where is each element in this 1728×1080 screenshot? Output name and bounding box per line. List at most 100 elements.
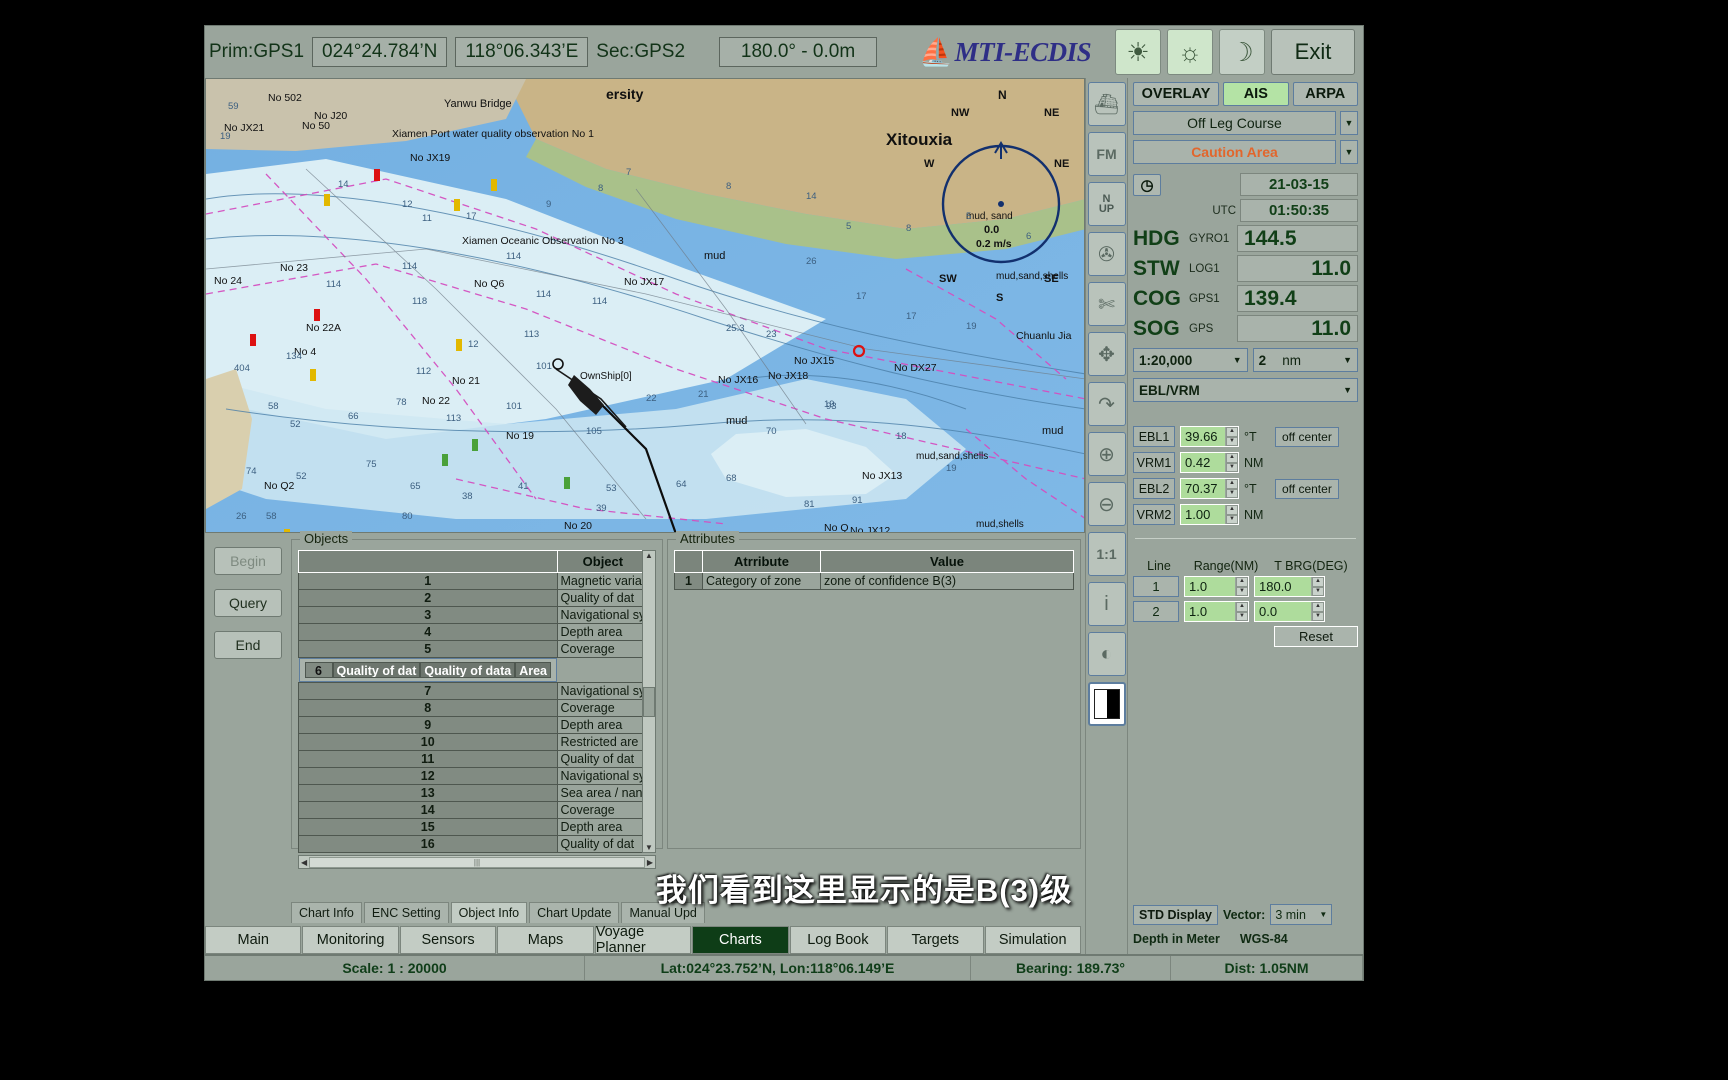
off-center-button[interactable]: off center bbox=[1275, 426, 1339, 447]
nav-sensors[interactable]: Sensors bbox=[399, 926, 497, 954]
vrm2-stepper[interactable]: ▲▼ bbox=[1180, 504, 1239, 525]
stepper-up[interactable]: ▲ bbox=[1236, 577, 1248, 587]
scroll-up-arrow[interactable]: ▲ bbox=[645, 551, 653, 560]
tab-object-info[interactable]: Object Info bbox=[450, 902, 528, 923]
chart-scale-select[interactable]: 1:20,000 ▼ bbox=[1133, 348, 1248, 372]
vrm1-button[interactable]: VRM1 bbox=[1133, 452, 1175, 473]
stepper-up[interactable]: ▲ bbox=[1312, 602, 1324, 612]
line-number-button[interactable]: 2 bbox=[1133, 601, 1179, 622]
stepper-up[interactable]: ▲ bbox=[1226, 505, 1238, 515]
ais-button[interactable]: AIS bbox=[1223, 82, 1289, 106]
vrm1-input[interactable] bbox=[1181, 453, 1225, 472]
stepper-down[interactable]: ▼ bbox=[1236, 611, 1248, 621]
ebl2-input[interactable] bbox=[1181, 479, 1225, 498]
scroll-thumb[interactable] bbox=[643, 686, 655, 717]
table-row[interactable]: 12Navigational syNavigational system of … bbox=[298, 767, 642, 785]
eblvrm-chevron-down-icon[interactable]: ▼ bbox=[1343, 385, 1352, 395]
table-row[interactable]: 10Restricted areRestricted areaArea bbox=[298, 733, 642, 751]
range-stepper[interactable]: ▲▼ bbox=[1184, 576, 1249, 597]
vector-chevron-down-icon[interactable]: ▼ bbox=[1319, 910, 1327, 919]
table-row[interactable]: 3Navigational syNavigational system of m… bbox=[298, 606, 642, 624]
range-input[interactable] bbox=[1185, 577, 1235, 596]
ebl1-button[interactable]: EBL1 bbox=[1133, 426, 1175, 447]
fm-mode-icon[interactable]: FM bbox=[1087, 132, 1126, 176]
caution-area-select[interactable]: Caution Area bbox=[1133, 140, 1336, 164]
stepper-down[interactable]: ▼ bbox=[1226, 436, 1238, 446]
one-to-one-icon[interactable]: 1:1 bbox=[1087, 532, 1126, 576]
objects-horizontal-scrollbar[interactable]: ◀ ||| ▶ bbox=[298, 855, 656, 869]
scroll-down-arrow[interactable]: ▼ bbox=[645, 843, 653, 852]
clock-icon[interactable]: ◷ bbox=[1133, 173, 1161, 196]
range-input[interactable] bbox=[1185, 602, 1235, 621]
ebl2-button[interactable]: EBL2 bbox=[1133, 478, 1175, 499]
tab-manual-upd[interactable]: Manual Upd bbox=[621, 902, 705, 923]
std-display-button[interactable]: STD Display bbox=[1133, 904, 1218, 925]
table-row[interactable]: 9Depth areaDepth areaArea bbox=[298, 716, 642, 734]
info-icon[interactable]: i bbox=[1087, 582, 1126, 626]
table-row[interactable]: 7Navigational syNavigational system of m… bbox=[298, 682, 642, 700]
off-center-button[interactable]: off center bbox=[1275, 478, 1339, 499]
redo-arrow-icon[interactable]: ↷ bbox=[1087, 382, 1126, 426]
table-row[interactable]: 1 Category of zone zone of confidence B(3) bbox=[674, 572, 1074, 590]
hscroll-thumb[interactable]: ||| bbox=[309, 856, 645, 868]
nav-targets[interactable]: Targets bbox=[887, 926, 984, 954]
ebl1-input[interactable] bbox=[1181, 427, 1225, 446]
north-up-icon[interactable]: N UP bbox=[1087, 182, 1126, 226]
nav-simulation[interactable]: Simulation bbox=[984, 926, 1081, 954]
stepper-down[interactable]: ▼ bbox=[1226, 514, 1238, 524]
vrm2-input[interactable] bbox=[1181, 505, 1225, 524]
stepper-up[interactable]: ▲ bbox=[1226, 479, 1238, 489]
stepper-down[interactable]: ▼ bbox=[1226, 462, 1238, 472]
table-row[interactable]: 8CoverageCoverageArea bbox=[298, 699, 642, 717]
range-chevron-down-icon[interactable]: ▼ bbox=[1343, 355, 1352, 365]
tab-enc-setting[interactable]: ENC Setting bbox=[363, 902, 449, 923]
range-stepper[interactable]: ▲▼ bbox=[1184, 601, 1249, 622]
end-button[interactable]: End bbox=[214, 631, 282, 659]
scale-chevron-down-icon[interactable]: ▼ bbox=[1233, 355, 1242, 365]
stepper-down[interactable]: ▼ bbox=[1226, 488, 1238, 498]
attributes-table[interactable]: Atrribute Value 1 Category of zone zone of… bbox=[674, 550, 1074, 590]
dusk-brightness-button[interactable]: ☼ bbox=[1167, 29, 1213, 75]
stepper-up[interactable]: ▲ bbox=[1226, 453, 1238, 463]
tab-chart-update[interactable]: Chart Update bbox=[529, 902, 620, 923]
leg-course-select[interactable]: Off Leg Course bbox=[1133, 111, 1336, 135]
stepper-down[interactable]: ▼ bbox=[1236, 586, 1248, 596]
overlay-button[interactable]: OVERLAY bbox=[1133, 82, 1220, 106]
reset-button[interactable]: Reset bbox=[1274, 626, 1358, 647]
nav-monitoring[interactable]: Monitoring bbox=[302, 926, 399, 954]
ebl2-stepper[interactable]: ▲▼ bbox=[1180, 478, 1239, 499]
table-row[interactable]: 6 Quality of dat Quality of data Area bbox=[298, 658, 557, 682]
objects-vertical-scrollbar[interactable]: ▲ ▼ bbox=[642, 550, 656, 853]
bearing-input[interactable] bbox=[1255, 577, 1311, 596]
scroll-left-arrow[interactable]: ◀ bbox=[301, 858, 307, 867]
exit-button[interactable]: Exit bbox=[1271, 29, 1355, 75]
table-row[interactable]: 16Quality of datQuality of dataArea bbox=[298, 835, 642, 853]
leg-course-chevron-down-icon[interactable]: ▼ bbox=[1340, 111, 1358, 135]
table-row[interactable]: 4Depth areaDepth areaArea bbox=[298, 623, 642, 641]
vrm1-stepper[interactable]: ▲▼ bbox=[1180, 452, 1239, 473]
bearing-stepper[interactable]: ▲▼ bbox=[1254, 601, 1325, 622]
route-plan-icon[interactable]: ✇ bbox=[1087, 232, 1126, 276]
table-row[interactable]: 1Magnetic variaMagnetic variationArea bbox=[298, 572, 642, 590]
vrm2-button[interactable]: VRM2 bbox=[1133, 504, 1175, 525]
day-brightness-button[interactable]: ☀ bbox=[1115, 29, 1161, 75]
query-button[interactable]: Query bbox=[214, 589, 282, 617]
table-row[interactable]: 11Quality of datQuality of dataArea bbox=[298, 750, 642, 768]
stepper-up[interactable]: ▲ bbox=[1312, 577, 1324, 587]
range-select[interactable]: 2 nm ▼ bbox=[1252, 348, 1358, 372]
stepper-down[interactable]: ▼ bbox=[1312, 586, 1324, 596]
daynight-icon[interactable] bbox=[1087, 682, 1126, 726]
bearing-input[interactable] bbox=[1255, 602, 1311, 621]
vector-time-select[interactable]: 3 min ▼ bbox=[1270, 904, 1333, 925]
ebl-vrm-select[interactable]: EBL/VRM ▼ bbox=[1133, 378, 1358, 402]
stepper-up[interactable]: ▲ bbox=[1226, 427, 1238, 437]
nav-voyage-planner[interactable]: Voyage Planner bbox=[594, 924, 692, 956]
center-crosshair-icon[interactable]: ✥ bbox=[1087, 332, 1126, 376]
begin-button[interactable]: Begin bbox=[214, 547, 282, 575]
scroll-right-arrow[interactable]: ▶ bbox=[647, 858, 653, 867]
tab-chart-info[interactable]: Chart Info bbox=[291, 902, 362, 923]
chart-display[interactable]: N NE NW W SW S SE NE mud, sand 0.0 0.2 m… bbox=[205, 78, 1085, 533]
stepper-down[interactable]: ▼ bbox=[1312, 611, 1324, 621]
nav-main[interactable]: Main bbox=[205, 926, 302, 954]
caution-chevron-down-icon[interactable]: ▼ bbox=[1340, 140, 1358, 164]
